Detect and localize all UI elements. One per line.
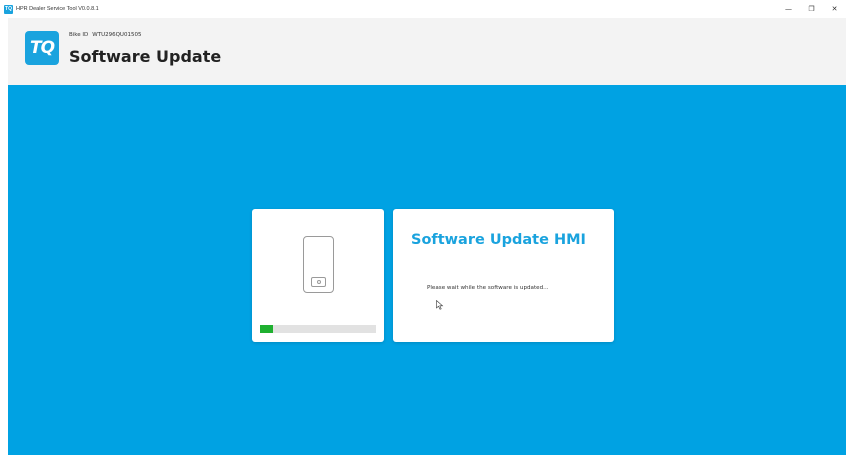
phone-icon xyxy=(303,236,334,293)
device-card xyxy=(252,209,384,342)
app-icon: TQ xyxy=(4,4,13,14)
phone-button-dot xyxy=(316,280,321,284)
minimize-button[interactable]: — xyxy=(777,0,800,18)
window-controls: — ❐ ✕ xyxy=(777,0,846,18)
mouse-cursor-icon xyxy=(436,300,444,310)
progress-fill xyxy=(260,325,273,333)
bike-id: Bike ID WTU296QU01505 xyxy=(69,32,141,38)
brand-logo: TQ xyxy=(25,31,59,65)
close-button[interactable]: ✕ xyxy=(823,0,846,18)
page-title: Software Update xyxy=(69,47,222,66)
maximize-button[interactable]: ❐ xyxy=(800,0,823,18)
window-title: HPR Dealer Service Tool V0.0.8.1 xyxy=(16,6,99,12)
status-card: Software Update HMI Please wait while th… xyxy=(393,209,614,342)
main-content: Software Update HMI Please wait while th… xyxy=(8,85,846,455)
update-message: Please wait while the software is update… xyxy=(427,285,549,291)
window-titlebar: TQ HPR Dealer Service Tool V0.0.8.1 — ❐ … xyxy=(0,0,846,18)
app-header: TQ Bike ID WTU296QU01505 Software Update xyxy=(8,18,846,85)
logo-text: TQ xyxy=(29,38,55,58)
progress-bar xyxy=(260,325,376,333)
update-title: Software Update HMI xyxy=(411,232,586,248)
bike-id-label: Bike ID xyxy=(69,32,89,38)
phone-home-button xyxy=(311,277,326,287)
bike-id-value: WTU296QU01505 xyxy=(92,32,142,38)
